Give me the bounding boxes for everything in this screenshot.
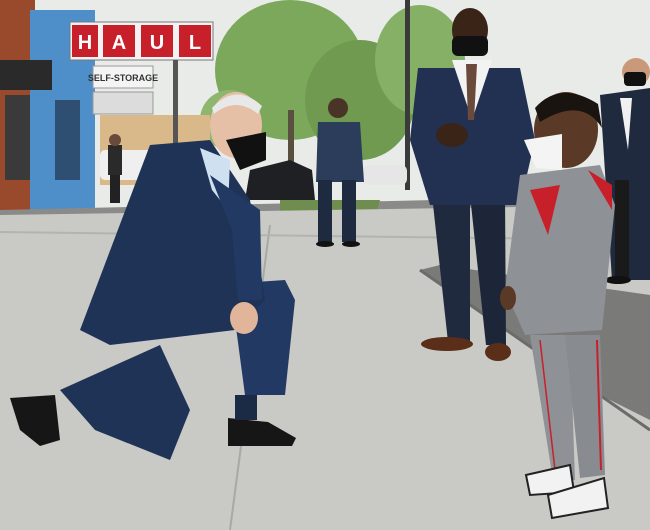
street-pole	[405, 0, 410, 190]
uhaul-letter: H	[78, 32, 92, 54]
uhaul-letter: L	[189, 32, 201, 54]
uhaul-letter: A	[112, 32, 126, 54]
street-photo: H A U L SELF-STORAGE	[0, 0, 650, 530]
self-storage-sign: SELF-STORAGE	[88, 73, 158, 83]
photo-scene: H A U L SELF-STORAGE	[0, 0, 650, 530]
uhaul-letter: U	[150, 32, 164, 54]
